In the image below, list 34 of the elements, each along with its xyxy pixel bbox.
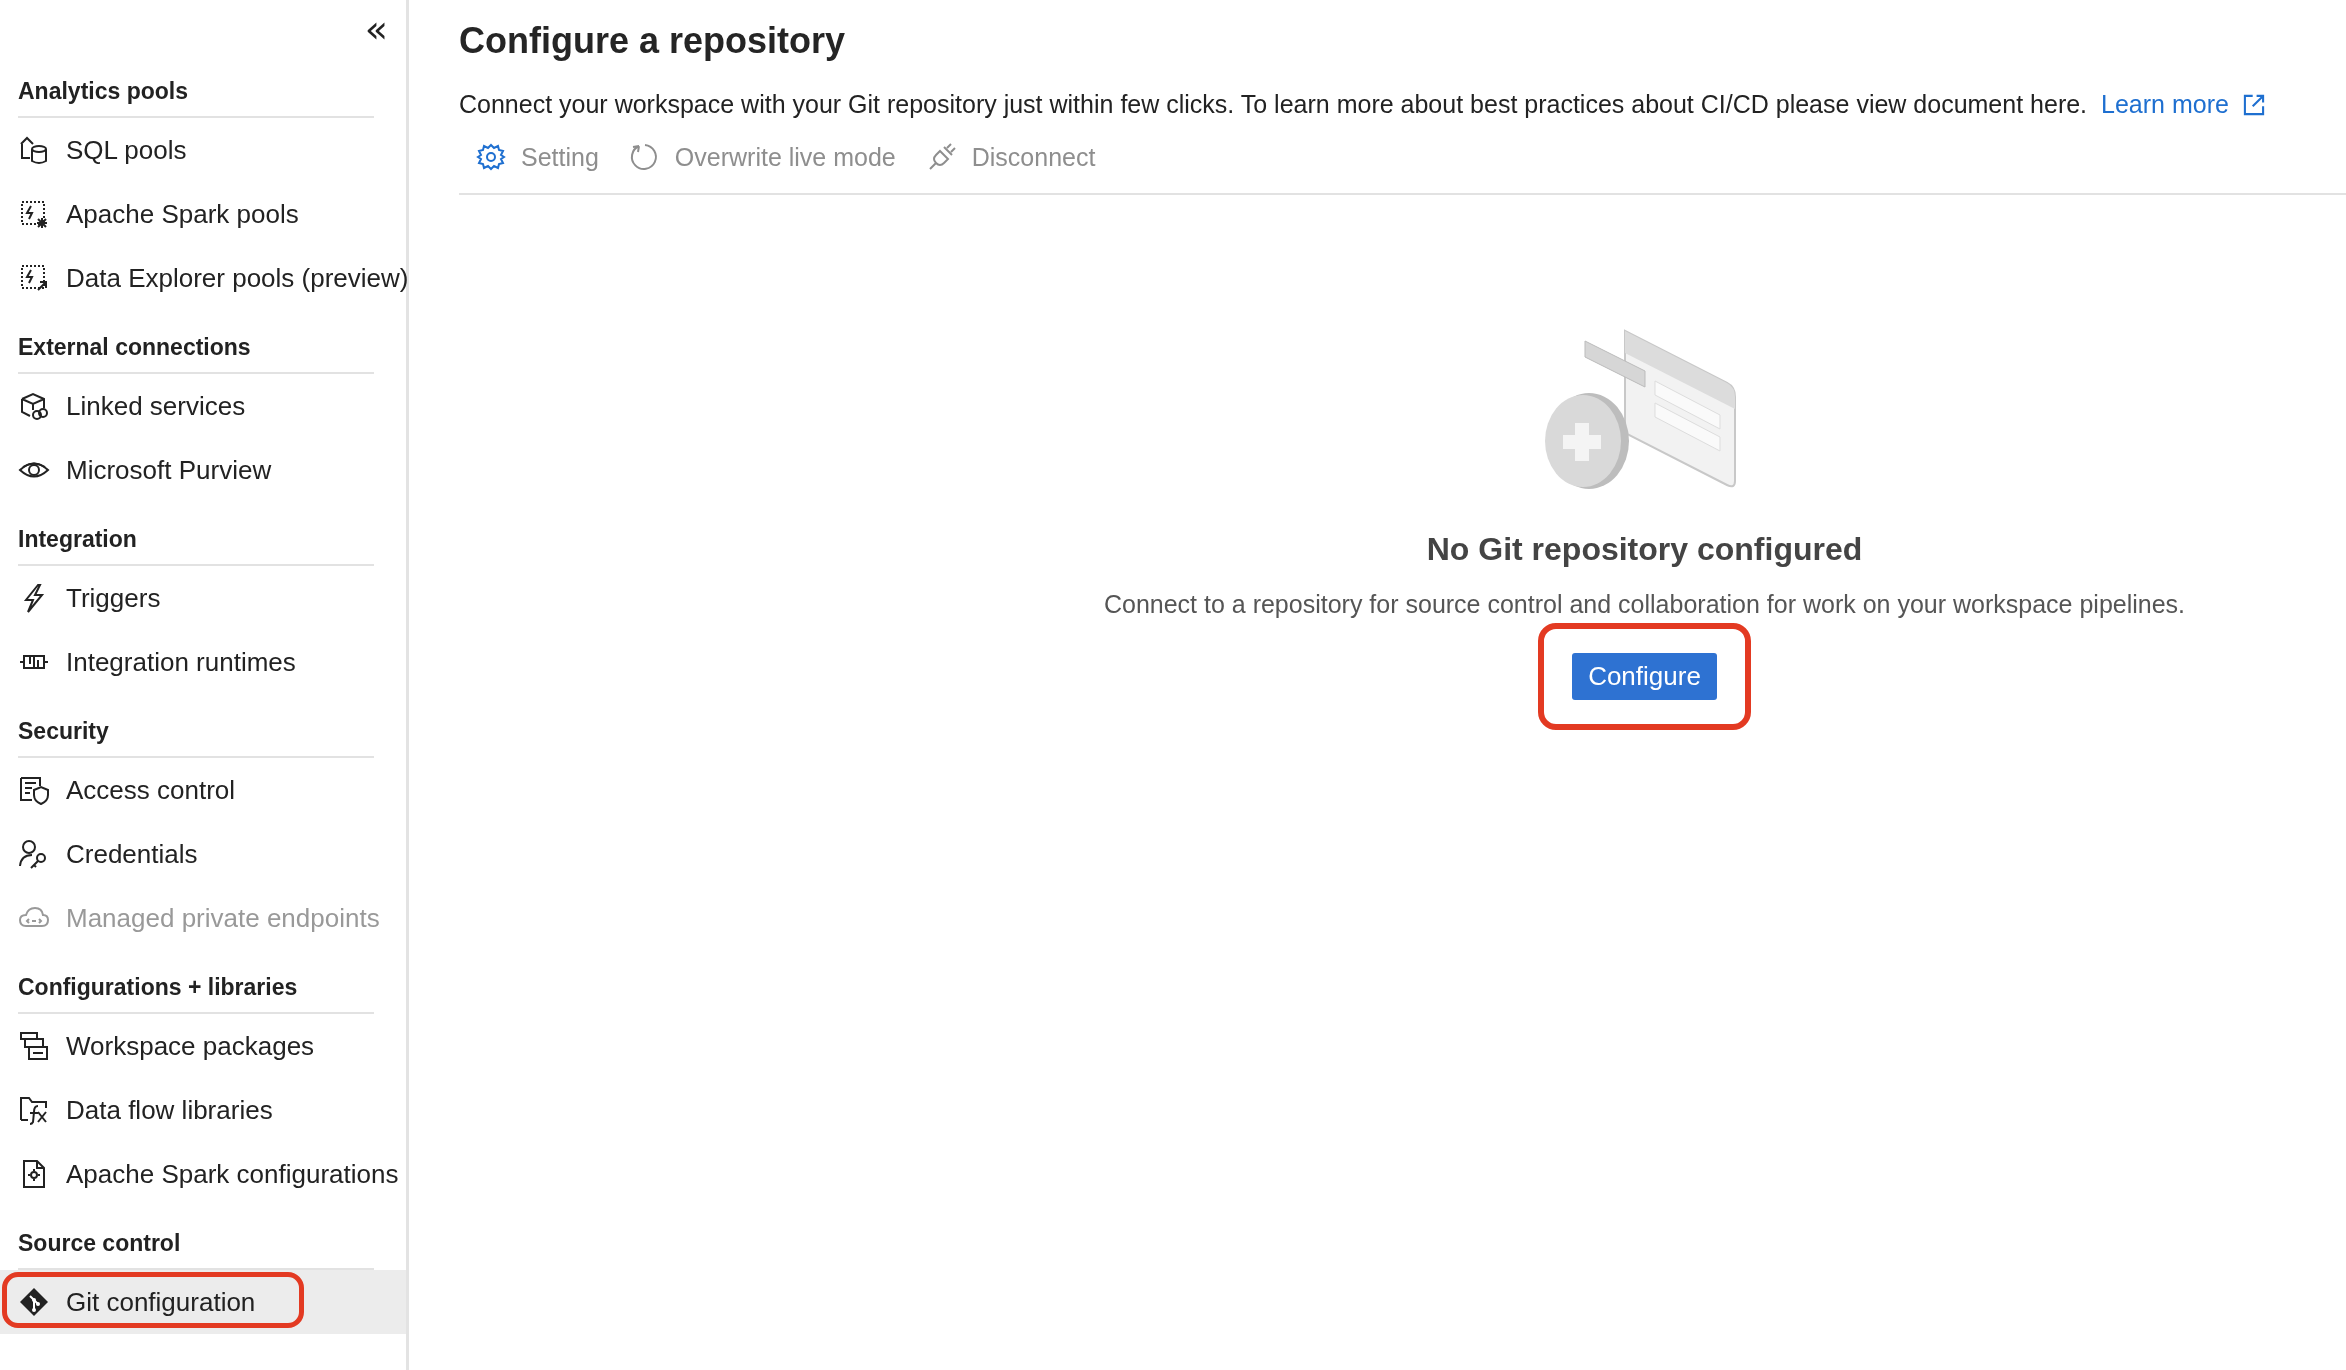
- git-icon: [18, 1286, 50, 1318]
- section-heading: Integration: [17, 525, 138, 554]
- sidebar-item[interactable]: Apache Spark pools: [0, 182, 406, 246]
- section-heading: Security: [17, 717, 110, 746]
- page-title: Configure a repository: [459, 20, 847, 62]
- sidebar-item[interactable]: Workspace packages: [0, 1014, 406, 1078]
- section-heading: Configurations + libraries: [17, 973, 299, 1002]
- sidebar-item[interactable]: Data flow libraries: [0, 1078, 406, 1142]
- sidebar-item[interactable]: Linked services: [0, 374, 406, 438]
- package-icon: [18, 1030, 50, 1062]
- sidebar-item[interactable]: Git configuration: [0, 1270, 406, 1334]
- section-heading: External connections: [17, 333, 252, 362]
- empty-state-message: Connect to a repository for source control and collaboration for work on your workspace pipelines.: [1103, 590, 2186, 619]
- sidebar-item[interactable]: Triggers: [0, 566, 406, 630]
- configure-button[interactable]: Configure: [1572, 653, 1717, 700]
- page-description: Connect your workspace with your Git repository just within few clicks. To learn more about best practices about CI/CD please view document here.: [459, 90, 2088, 119]
- sidebar-item[interactable]: Data Explorer pools (preview): [0, 246, 406, 310]
- sidebar-item[interactable]: Apache Spark configurations: [0, 1142, 406, 1206]
- cube-link-icon: [18, 390, 50, 422]
- sidebar-item[interactable]: Microsoft Purview: [0, 438, 406, 502]
- section-heading: Source control: [17, 1229, 182, 1258]
- empty-state-heading: No Git repository configured: [1426, 531, 1863, 568]
- database-icon: [18, 134, 50, 166]
- sidebar-item[interactable]: Access control: [0, 758, 406, 822]
- collapse-button[interactable]: «: [358, 4, 394, 54]
- settings-icon: [475, 141, 507, 173]
- sidebar-item[interactable]: Integration runtimes: [0, 630, 406, 694]
- folder-function-icon: [18, 1094, 50, 1126]
- chip-icon: [18, 198, 50, 230]
- sidebar-item[interactable]: SQL pools: [0, 118, 406, 182]
- shield-list-icon: [18, 774, 50, 806]
- section-heading: Analytics pools: [17, 77, 189, 106]
- learn-more-link[interactable]: Learn more: [2101, 90, 2267, 119]
- sidebar-item[interactable]: Credentials: [0, 822, 406, 886]
